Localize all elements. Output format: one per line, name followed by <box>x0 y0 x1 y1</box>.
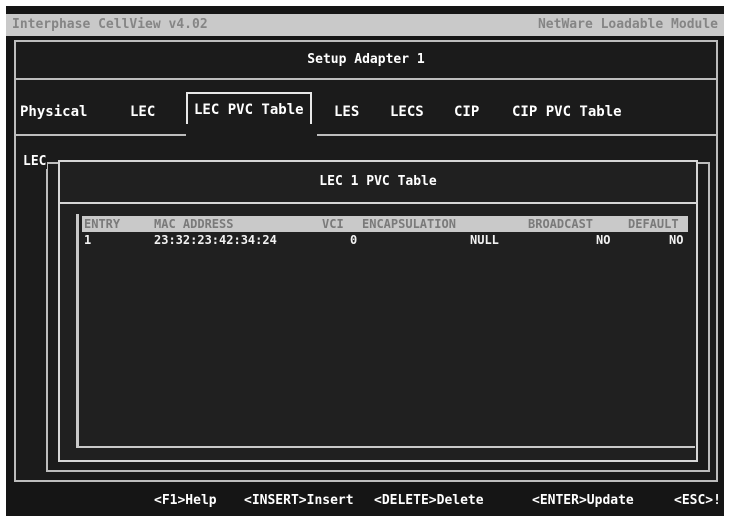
pvc-table-title: LEC 1 PVC Table <box>60 162 696 204</box>
tab-lec-pvc-table[interactable]: LEC PVC Table <box>186 92 312 124</box>
col-default[interactable]: DEFAULT <box>628 216 679 232</box>
col-encapsulation[interactable]: ENCAPSULATION <box>362 216 456 232</box>
cell-entry: 1 <box>84 233 92 247</box>
tab-bar: Physical LEC LEC PVC Table LES LECS CIP … <box>16 92 716 124</box>
app-title: Interphase CellView v4.02 <box>12 17 208 32</box>
key-help-bar: <F1>Help <INSERT>Insert <DELETE>Delete <… <box>6 486 724 516</box>
esc-key[interactable]: <ESC>! <box>674 486 721 516</box>
cell-broadcast: NO <box>596 233 611 247</box>
tab-cip[interactable]: CIP <box>454 100 479 124</box>
title-bar: Interphase CellView v4.02 NetWare Loadab… <box>6 14 724 36</box>
setup-adapter-window: Setup Adapter 1 Physical LEC LEC PVC Tab… <box>14 40 718 482</box>
table-row[interactable]: 1 23:32:23:42:34:24 0 NULL NO NO <box>82 232 688 248</box>
cell-default: NO <box>669 233 684 247</box>
tab-les[interactable]: LES <box>334 100 359 124</box>
col-mac-address[interactable]: MAC ADDRESS <box>154 216 233 232</box>
tab-cip-pvc-table[interactable]: CIP PVC Table <box>512 100 622 124</box>
cell-encapsulation: NULL <box>470 233 499 247</box>
module-label: NetWare Loadable Module <box>537 17 718 32</box>
lec-pvc-table-window: LEC 1 PVC Table ENTRY MAC ADDRESS VCI EN… <box>58 160 698 462</box>
enter-update-key[interactable]: <ENTER>Update <box>532 486 634 516</box>
insert-key[interactable]: <INSERT>Insert <box>244 486 354 516</box>
tab-lecs[interactable]: LECS <box>390 100 424 124</box>
f1-help-key[interactable]: <F1>Help <box>154 486 217 516</box>
cell-mac-address: 23:32:23:42:34:24 <box>154 233 277 247</box>
terminal-screen: Interphase CellView v4.02 NetWare Loadab… <box>6 6 724 516</box>
col-broadcast[interactable]: BROADCAST <box>528 216 593 232</box>
tab-divider <box>16 134 716 136</box>
col-vci[interactable]: VCI <box>322 216 344 232</box>
table-header: ENTRY MAC ADDRESS VCI ENCAPSULATION BROA… <box>82 216 688 232</box>
cell-vci: 0 <box>350 233 358 247</box>
tab-lec[interactable]: LEC <box>130 100 155 124</box>
pvc-table: ENTRY MAC ADDRESS VCI ENCAPSULATION BROA… <box>76 214 695 448</box>
lec-group-label: LEC <box>22 154 48 169</box>
tab-physical[interactable]: Physical <box>20 100 87 124</box>
window-title: Setup Adapter 1 <box>16 42 716 80</box>
col-entry[interactable]: ENTRY <box>84 216 120 232</box>
delete-key[interactable]: <DELETE>Delete <box>374 486 484 516</box>
